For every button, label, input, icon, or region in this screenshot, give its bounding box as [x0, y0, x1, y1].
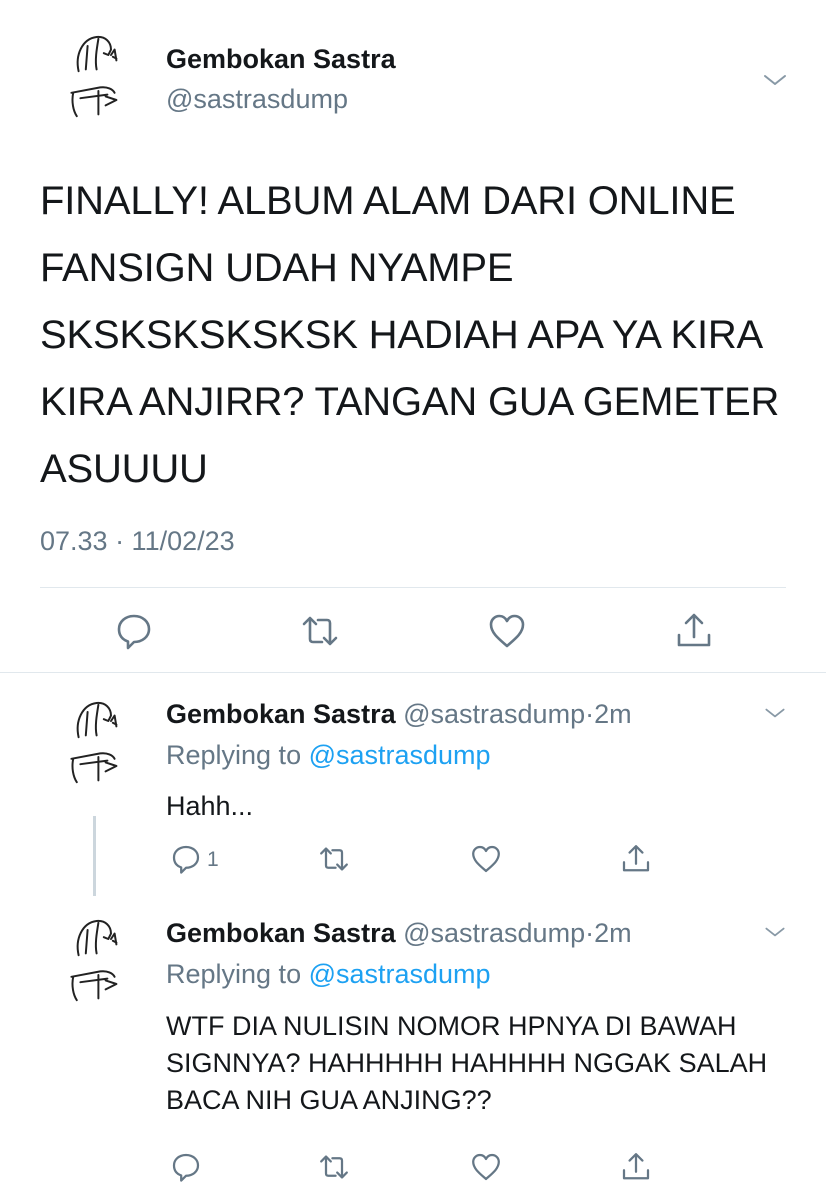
reply-icon[interactable] — [170, 1151, 202, 1183]
display-name[interactable]: Gembokan Sastra — [166, 699, 396, 729]
chevron-down-icon[interactable] — [762, 923, 788, 941]
share-icon[interactable] — [620, 843, 652, 875]
share-icon[interactable] — [620, 1151, 652, 1183]
mention-link[interactable]: @sastrasdump — [309, 740, 491, 770]
reply-text: WTF DIA NULISIN NOMOR HPNYA DI BAWAH SIG… — [166, 1011, 768, 1115]
retweet-icon[interactable] — [300, 611, 340, 651]
divider — [40, 587, 786, 588]
separator-dot: · — [585, 918, 595, 948]
reply-time[interactable]: 2m — [594, 918, 632, 948]
mention-link[interactable]: @sastrasdump — [309, 959, 491, 989]
separator-dot: · — [585, 699, 595, 729]
like-icon[interactable] — [470, 1151, 502, 1183]
display-name[interactable]: Gembokan Sastra — [166, 918, 396, 948]
retweet-icon[interactable] — [318, 1151, 350, 1183]
reply-text: Hahh... — [166, 791, 254, 821]
user-handle[interactable]: @sastrasdump — [166, 84, 348, 115]
replying-to-label: Replying to — [166, 959, 309, 989]
avatar[interactable] — [62, 28, 142, 118]
thread-line — [93, 816, 96, 896]
chevron-down-icon[interactable] — [760, 70, 790, 90]
reply-header: Gembokan Sastra @sastrasdump·2m — [166, 699, 632, 730]
chevron-down-icon[interactable] — [762, 704, 788, 722]
avatar[interactable] — [62, 912, 142, 1002]
like-icon[interactable] — [470, 843, 502, 875]
share-icon[interactable] — [674, 611, 714, 651]
user-handle[interactable]: @sastrasdump — [403, 918, 585, 948]
reply-header: Gembokan Sastra @sastrasdump·2m — [166, 918, 632, 949]
like-icon[interactable] — [487, 611, 527, 651]
retweet-icon[interactable] — [318, 843, 350, 875]
reply-time[interactable]: 2m — [594, 699, 632, 729]
tweet-text: FINALLY! ALBUM ALAM DARI ONLINE FANSIGN … — [40, 179, 780, 491]
reply-icon[interactable] — [114, 611, 154, 651]
replying-to: Replying to @sastrasdump — [166, 959, 491, 990]
user-handle[interactable]: @sastrasdump — [403, 699, 585, 729]
avatar[interactable] — [62, 694, 142, 784]
tweet-timestamp[interactable]: 07.33 · 11/02/23 — [40, 526, 235, 557]
reply-count: 1 — [207, 848, 219, 871]
reply-icon[interactable] — [170, 843, 202, 875]
divider — [0, 672, 826, 673]
display-name[interactable]: Gembokan Sastra — [166, 44, 396, 75]
replying-to: Replying to @sastrasdump — [166, 740, 491, 771]
replying-to-label: Replying to — [166, 740, 309, 770]
